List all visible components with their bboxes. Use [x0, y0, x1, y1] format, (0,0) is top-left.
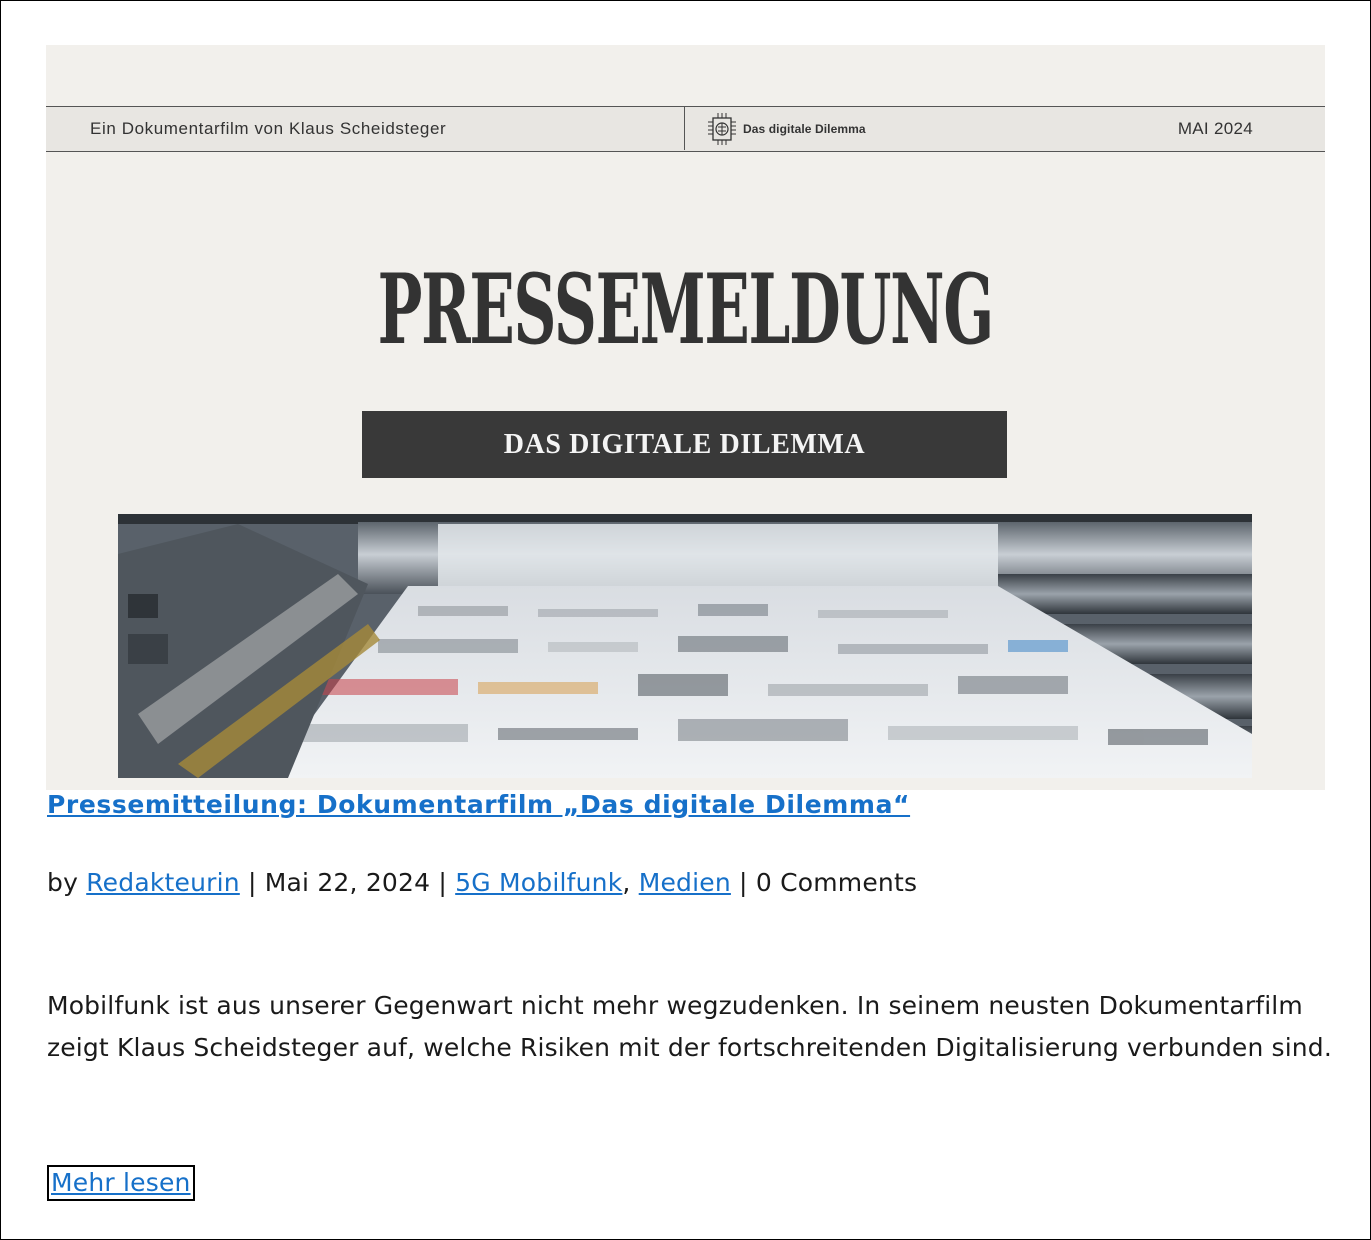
article-meta: by Redakteurin | Mai 22, 2024 | 5G Mobil…: [47, 868, 917, 897]
meta-by: by: [47, 868, 87, 897]
category-link-5g[interactable]: 5G Mobilfunk: [455, 868, 622, 897]
film-logo: Das digitale Dilemma: [684, 107, 866, 150]
author-link[interactable]: Redakteurin: [86, 868, 240, 897]
newspaper-printing-press-image: [118, 514, 1252, 778]
meta-comma: ,: [622, 868, 639, 897]
banner-subtitle: DAS DIGITALE DILEMMA: [362, 411, 1007, 478]
banner-headline: PRESSEMELDUNG: [377, 253, 995, 366]
category-link-medien[interactable]: Medien: [639, 868, 731, 897]
article-title-link[interactable]: Pressemitteilung: Dokumentarfilm „Das di…: [47, 790, 910, 819]
read-more-link[interactable]: Mehr lesen: [47, 1165, 195, 1201]
article-excerpt: Mobilfunk ist aus unserer Gegenwart nich…: [47, 991, 1332, 1062]
filmmaker-line: Ein Dokumentarfilm von Klaus Scheidstege…: [90, 119, 447, 138]
meta-separator: |: [430, 868, 456, 897]
meta-separator: |: [730, 868, 756, 897]
post-date: Mai 22, 2024: [264, 868, 431, 897]
comment-count: 0 Comments: [755, 868, 918, 897]
banner-top-bar: Ein Dokumentarfilm von Klaus Scheidstege…: [46, 106, 1325, 152]
release-date: MAI 2024: [1177, 119, 1253, 138]
brain-chip-icon: [708, 112, 736, 145]
featured-image-banner[interactable]: Ein Dokumentarfilm von Klaus Scheidstege…: [46, 45, 1325, 790]
meta-separator: |: [239, 868, 265, 897]
film-logo-text: Das digitale Dilemma: [743, 121, 866, 136]
